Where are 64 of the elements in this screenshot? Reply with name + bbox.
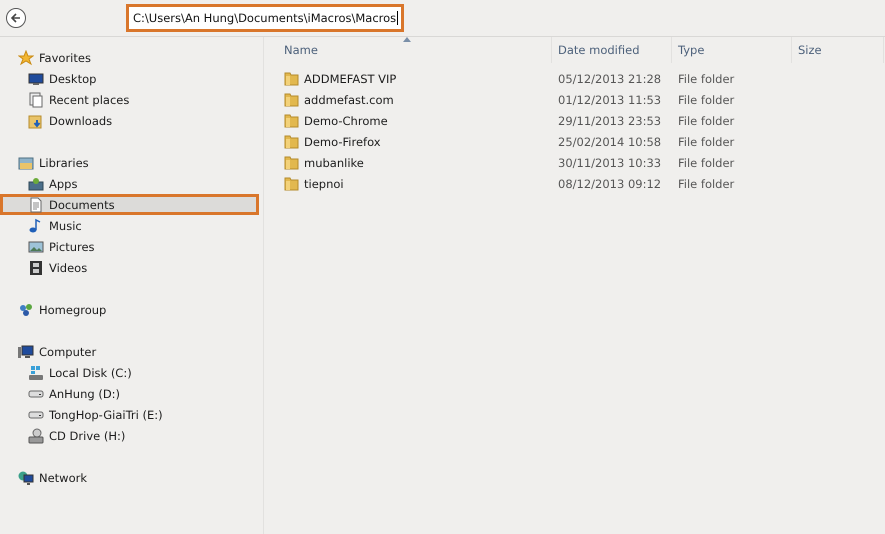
folder-icon (284, 155, 299, 170)
date-modified-cell-text: 25/02/2014 10:58 (557, 134, 662, 148)
folder-icon (284, 176, 299, 191)
navigation-item[interactable]: AnHung (D:) (0, 383, 259, 404)
monitor-icon (28, 70, 44, 86)
system-drive-icon (28, 364, 44, 380)
column-header[interactable]: Type (672, 37, 792, 63)
back-button[interactable] (6, 8, 26, 28)
navigation-item[interactable]: TongHop-GiaiTri (E:) (0, 404, 259, 425)
navigation-group[interactable]: Network (0, 467, 259, 488)
type-cell-text: File folder (677, 92, 736, 106)
homegroup-icon (18, 302, 34, 318)
navigation-item[interactable]: Apps (0, 173, 259, 194)
network-icon (18, 470, 34, 486)
drive-icon (28, 410, 44, 418)
navigation-group[interactable]: Libraries (0, 152, 259, 173)
drive-icon (28, 390, 44, 398)
type-cell-text: File folder (677, 176, 736, 190)
date-modified-cell-text: 29/11/2013 23:53 (557, 114, 662, 128)
type-cell-text: File folder (677, 72, 736, 86)
download-folder-icon (28, 112, 44, 128)
navigation-group[interactable]: Computer (0, 341, 259, 362)
type-cell-text: File folder (677, 114, 736, 128)
navigation-item[interactable]: Recent places (0, 89, 259, 110)
column-header[interactable]: Size (792, 37, 884, 63)
navigation-item[interactable]: Downloads (0, 110, 259, 131)
file-row-name[interactable]: ADDMEFAST VIP (278, 71, 552, 86)
navigation-item[interactable]: Desktop (0, 68, 259, 89)
folder-icon (284, 134, 299, 149)
film-icon (28, 260, 44, 276)
navigation-group[interactable]: Homegroup (0, 299, 259, 320)
file-row-name[interactable]: tiepnoi (278, 176, 552, 191)
file-row-name[interactable]: mubanlike (278, 155, 552, 170)
navigation-item[interactable]: Videos (0, 257, 259, 278)
picture-icon (28, 238, 44, 254)
navigation-item[interactable]: Local Disk (C:) (0, 362, 259, 383)
sort-arrow-icon (403, 37, 411, 42)
folder-icon (284, 71, 299, 86)
star-icon (18, 50, 34, 66)
navigation-item[interactable]: Music (0, 215, 259, 236)
navigation-item[interactable]: Documents (0, 194, 259, 215)
type-cell-text: File folder (677, 134, 736, 148)
file-row-name[interactable]: Demo-Firefox (278, 134, 552, 149)
document-icon (28, 196, 44, 212)
folder-icon (284, 92, 299, 107)
file-row-name[interactable]: addmefast.com (278, 92, 552, 107)
back-arrow-icon (10, 12, 22, 24)
computer-icon (18, 344, 34, 360)
type-cell-text: File folder (677, 156, 736, 170)
date-modified-cell-text: 08/12/2013 09:12 (557, 176, 662, 190)
file-row-name[interactable]: Demo-Chrome (278, 113, 552, 128)
column-header[interactable]: Name (278, 37, 552, 63)
navigation-item[interactable]: CD Drive (H:) (0, 425, 259, 446)
date-modified-cell-text: 05/12/2013 21:28 (557, 72, 662, 86)
folder-icon (284, 113, 299, 128)
column-header[interactable]: Date modified (552, 37, 672, 63)
library-icon (18, 154, 34, 170)
document-stack-icon (28, 92, 44, 108)
navigation-group[interactable]: Favorites (0, 47, 259, 68)
date-modified-cell-text: 30/11/2013 10:33 (557, 156, 662, 170)
cd-drive-icon (28, 428, 44, 444)
address-field[interactable]: C:\Users\An Hung\Documents\iMacros\Macros (126, 4, 404, 32)
date-modified-cell-text: 01/12/2013 11:53 (557, 92, 662, 106)
navigation-item[interactable]: Pictures (0, 236, 259, 257)
